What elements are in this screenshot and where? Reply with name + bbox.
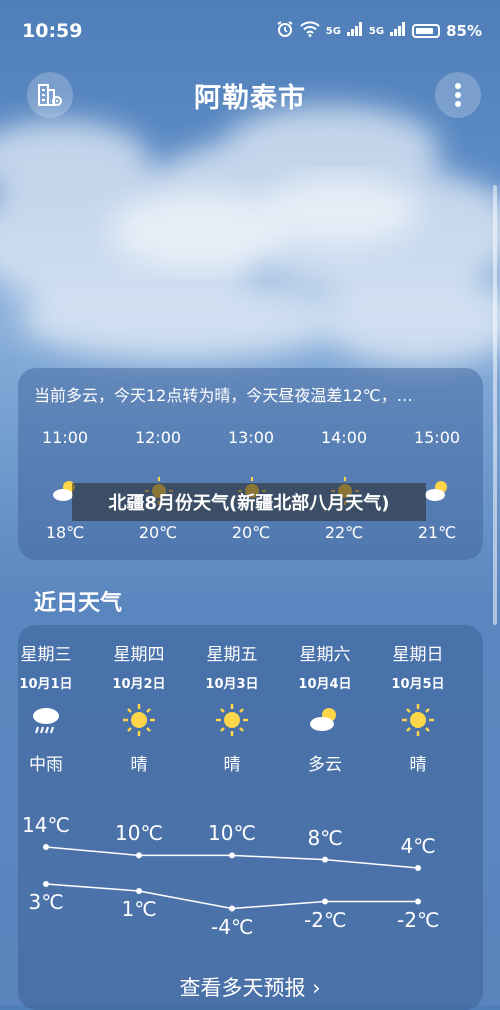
hour-temp: 20℃: [231, 523, 271, 542]
low-temp-line-point: [136, 888, 142, 894]
low-temp-line-point: [229, 905, 235, 912]
high-temp-line-point: [415, 865, 421, 871]
low-temp-line-point: [322, 898, 328, 905]
low-temp-label: -4℃: [211, 914, 254, 939]
hour-temp: 20℃: [138, 523, 178, 542]
status-time: 10:59: [22, 20, 83, 42]
hour-item: 15:00 21℃: [397, 428, 477, 542]
wifi-icon: [300, 21, 320, 41]
hour-time: 12:00: [134, 428, 182, 447]
high-temp-label: 8℃: [307, 825, 343, 850]
hour-time: 14:00: [320, 428, 368, 447]
partly-sunny-icon: [425, 481, 447, 501]
status-icons: 5G 5G 85%: [276, 20, 482, 42]
high-temp-line-point: [43, 844, 49, 850]
hour-temp: 21℃: [417, 523, 457, 542]
more-menu-button[interactable]: [435, 72, 481, 118]
signal-icon: [390, 22, 406, 40]
signal-icon: [346, 22, 363, 40]
daily-section-title: 近日天气: [34, 591, 123, 616]
more-days-forecast-button[interactable]: 查看多天预报 ›: [0, 972, 500, 1002]
hour-item: 12:00 20℃: [118, 428, 198, 542]
hour-temp: 22℃: [324, 523, 364, 542]
network-type-1: 5G: [325, 25, 341, 37]
low-temp-label: -2℃: [397, 907, 440, 932]
low-temp-label: -2℃: [304, 907, 347, 932]
hour-item: 11:00 18℃: [25, 428, 105, 542]
hour-item: 14:00 22℃: [304, 428, 384, 542]
hour-item: 13:00 20℃: [211, 428, 291, 542]
high-temp-label: 14℃: [22, 813, 70, 837]
alarm-icon: [276, 20, 294, 42]
high-temp-label: 10℃: [115, 821, 163, 846]
high-temp-line-point: [229, 852, 235, 859]
low-temp-line-point: [415, 898, 421, 905]
hour-time: 13:00: [227, 428, 275, 447]
daily-forecast-card: 星期三 10月1日 中雨 星期四 10月2日 晴 星期五 10月3日 晴 星期六…: [18, 625, 483, 1010]
status-bar: 10:59 5G 5G 85%: [0, 0, 500, 62]
article-title-banner: 北疆8月份天气(新疆北部八月天气): [72, 483, 426, 521]
scrollbar[interactable]: [493, 185, 497, 625]
low-temp-label: 1℃: [121, 897, 157, 921]
low-temp-label: 3℃: [28, 890, 64, 914]
low-temp-line: [45, 883, 418, 910]
hour-time: 11:00: [41, 428, 89, 447]
battery-icon: [412, 24, 441, 38]
high-temp-line-point: [136, 852, 142, 859]
hour-temp: 18℃: [45, 523, 85, 542]
hourly-forecast-card: 当前多云，今天12点转为晴，今天昼夜温差12℃，… 11:00 18℃ 12:0…: [18, 368, 483, 560]
high-temp-label: 10℃: [208, 821, 256, 846]
high-temp-line-point: [322, 856, 328, 863]
more-vertical-icon: [455, 83, 461, 107]
weather-summary[interactable]: 当前多云，今天12点转为晴，今天昼夜温差12℃，…: [34, 382, 470, 406]
sky-background: [0, 105, 500, 365]
hour-time: 15:00: [413, 428, 461, 447]
low-temp-line-point: [43, 881, 49, 887]
high-temp-label: 4℃: [400, 834, 436, 858]
network-type-2: 5G: [368, 25, 385, 37]
city-title: 阿勒泰市: [194, 83, 306, 114]
battery-percent: 85%: [446, 22, 482, 40]
